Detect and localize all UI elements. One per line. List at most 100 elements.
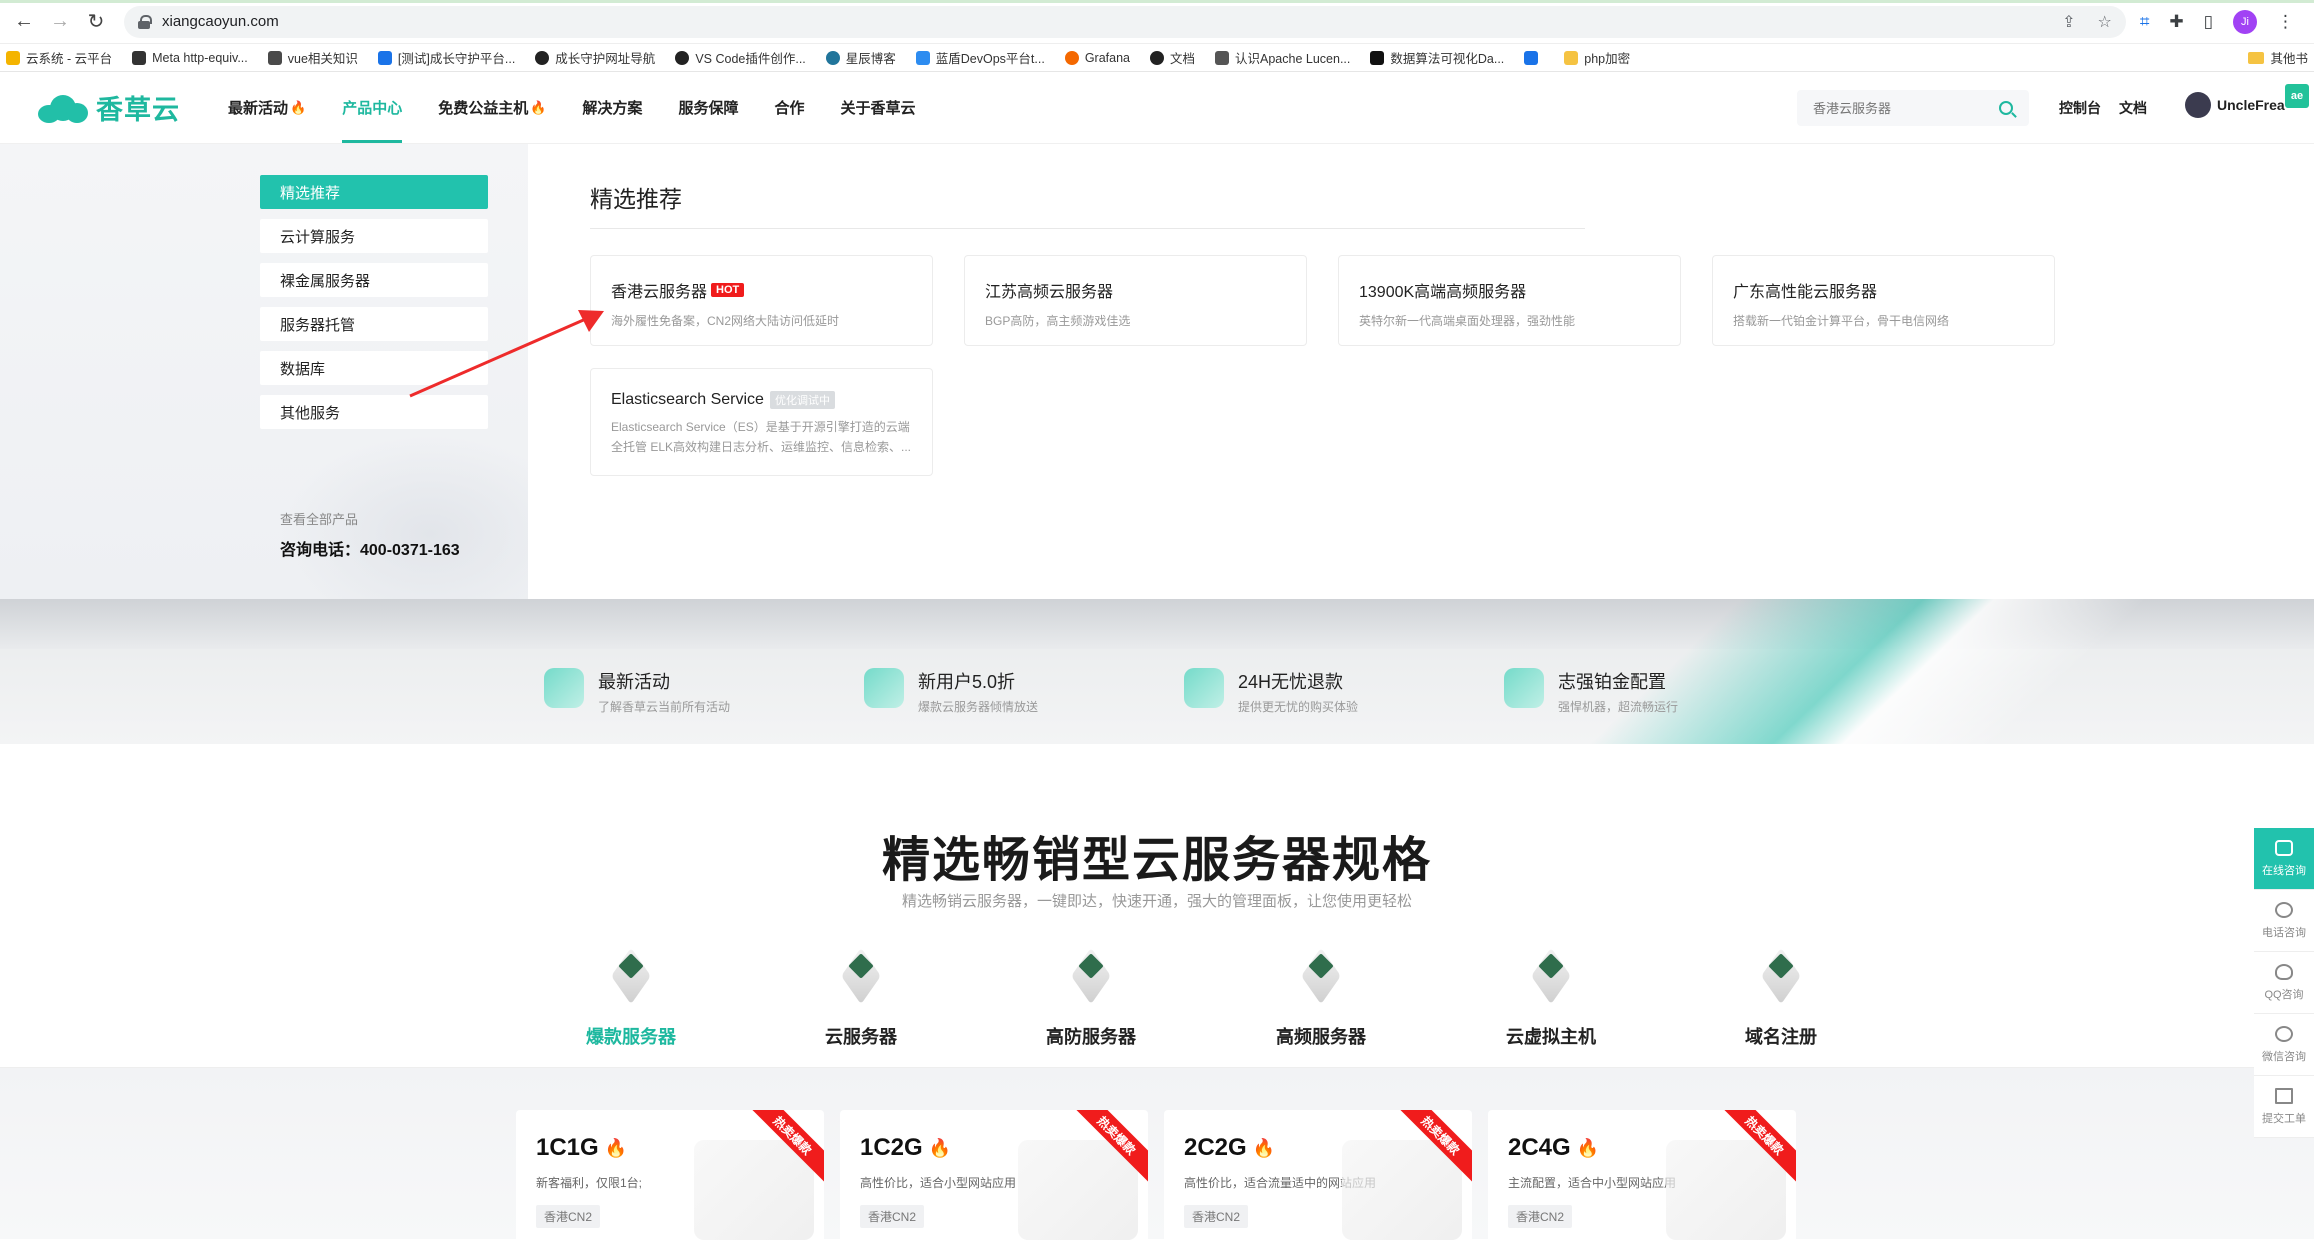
nav-label: 合作 bbox=[774, 100, 805, 117]
console-link[interactable]: 控制台 bbox=[2059, 98, 2101, 118]
docs-link[interactable]: 文档 bbox=[2119, 98, 2147, 118]
tab-domain[interactable]: 域名注册 bbox=[1666, 945, 1896, 1065]
edit-icon bbox=[2275, 1087, 2293, 1104]
product-card-jiangsu[interactable]: 江苏高频云服务器 BGP高防，高主频游戏佳选 bbox=[964, 255, 1307, 346]
spec-name: 2C4G bbox=[1508, 1134, 1571, 1161]
translate-icon[interactable]: ⌗ bbox=[2140, 12, 2150, 32]
search-icon[interactable] bbox=[1999, 101, 2013, 115]
refund-icon bbox=[1184, 668, 1224, 708]
bookmark-item[interactable]: 数据算法可视化Da... bbox=[1370, 48, 1504, 67]
back-icon[interactable]: ← bbox=[10, 8, 38, 36]
bookmark-item[interactable]: vue相关知识 bbox=[267, 48, 358, 67]
tab-cloud-servers[interactable]: 云服务器 bbox=[746, 945, 976, 1065]
side-label: 提交工单 bbox=[2262, 1112, 2306, 1125]
feature-item[interactable]: 最新活动 了解香草云当前所有活动 bbox=[544, 668, 864, 715]
bookmark-favicon bbox=[1524, 50, 1539, 65]
server-illustration bbox=[1342, 1140, 1462, 1240]
tab-label: 高防服务器 bbox=[1046, 1027, 1136, 1047]
feature-item[interactable]: 志强铂金配置 强悍机器，超流畅运行 bbox=[1504, 668, 1824, 715]
nav-item-activities[interactable]: 最新活动 🔥 bbox=[228, 72, 306, 143]
nav-item-cooperation[interactable]: 合作 bbox=[774, 72, 804, 143]
product-card-elasticsearch[interactable]: Elasticsearch Service 优化调试中 Elasticsearch… bbox=[590, 368, 933, 476]
share-icon[interactable]: ⇪ bbox=[2062, 12, 2075, 32]
product-desc: 英特尔新一代高端桌面处理器，强劲性能 bbox=[1359, 314, 1576, 328]
product-card-guangdong[interactable]: 广东高性能云服务器 搭载新一代铂金计算平台，骨干电信网络 bbox=[1712, 255, 2055, 346]
bookmark-item[interactable]: [测试]成长守护平台... bbox=[377, 48, 515, 67]
feature-item[interactable]: 新用户5.0折 爆款云服务器倾情放送 bbox=[864, 668, 1184, 715]
bookmark-item[interactable]: 星辰博客 bbox=[825, 48, 896, 67]
wechat-consult-button[interactable]: 微信咨询 bbox=[2254, 1014, 2314, 1076]
site-logo[interactable]: 香草云 bbox=[38, 88, 180, 127]
user-menu[interactable]: UncleFrea ae bbox=[2185, 84, 2309, 118]
bookmark-item[interactable]: Meta http-equiv... bbox=[132, 50, 248, 65]
reload-icon[interactable]: ↻ bbox=[82, 8, 110, 36]
server-illustration bbox=[1018, 1140, 1138, 1240]
bookmark-item[interactable]: 认识Apache Lucen... bbox=[1215, 48, 1350, 67]
product-card-hk-cloud[interactable]: 香港云服务器 HOT 海外履性免备案，CN2网络大陆访问低延时 bbox=[590, 255, 933, 346]
tab-high-freq-servers[interactable]: 高频服务器 bbox=[1206, 945, 1436, 1065]
bookmark-item[interactable]: 成长守护网址导航 bbox=[535, 48, 655, 67]
forward-icon[interactable]: → bbox=[46, 8, 74, 36]
spec-card[interactable]: 热卖爆款 2C4G 🔥 主流配置，适合中小型网站应用 香港CN2 bbox=[1488, 1110, 1796, 1250]
menu-icon[interactable]: ⋮ bbox=[2277, 12, 2294, 32]
feature-title: 新用户5.0折 bbox=[918, 672, 1016, 692]
toolbar-accent bbox=[0, 0, 2314, 3]
extensions-icon[interactable]: ✚ bbox=[2169, 12, 2183, 32]
online-consult-button[interactable]: 在线咨询 bbox=[2254, 828, 2314, 890]
address-bar[interactable]: xiangcaoyun.com ⇪ ☆ bbox=[124, 5, 2126, 38]
bookmark-item[interactable] bbox=[1524, 50, 1544, 65]
tab-hot-servers[interactable]: 爆款服务器 bbox=[516, 945, 746, 1071]
category-list: 精选推荐 云计算服务 裸金属服务器 服务器托管 数据库 其他服务 bbox=[260, 175, 488, 439]
nav-item-solutions[interactable]: 解决方案 bbox=[582, 72, 642, 143]
spec-card[interactable]: 热卖爆款 1C1G 🔥 新客福利，仅限1台; 香港CN2 bbox=[516, 1110, 824, 1250]
product-name: Elasticsearch Service bbox=[611, 391, 764, 408]
spec-card[interactable]: 热卖爆款 1C2G 🔥 高性价比，适合小型网站应用 香港CN2 bbox=[840, 1110, 1148, 1250]
bookmark-item[interactable]: 文档 bbox=[1150, 48, 1195, 67]
bookmark-item[interactable]: Grafana bbox=[1064, 50, 1130, 65]
star-icon[interactable]: ☆ bbox=[2097, 12, 2111, 32]
wechat-icon bbox=[2275, 1025, 2293, 1042]
tab-label: 爆款服务器 bbox=[586, 1027, 676, 1047]
search-input[interactable] bbox=[1813, 100, 1999, 116]
other-bookmarks-label: 其他书 bbox=[2270, 52, 2308, 66]
profile-avatar[interactable]: Ji bbox=[2233, 9, 2257, 34]
nav-item-free-host[interactable]: 免费公益主机 🔥 bbox=[438, 72, 546, 143]
all-products-link[interactable]: 查看全部产品 bbox=[280, 509, 358, 528]
feature-item[interactable]: 24H无忧退款 提供更无忧的购买体验 bbox=[1184, 668, 1504, 715]
bookmark-label: Grafana bbox=[1084, 50, 1130, 65]
product-card-13900k[interactable]: 13900K高端高频服务器 英特尔新一代高端桌面处理器，强劲性能 bbox=[1338, 255, 1681, 346]
product-panel: 精选推荐 香港云服务器 HOT 海外履性免备案，CN2网络大陆访问低延时 江苏高频… bbox=[528, 144, 2314, 599]
sidepanel-icon[interactable]: ▯ bbox=[2204, 12, 2213, 32]
product-desc: Elasticsearch Service（ES）是基于开源引擎打造的云端全托管… bbox=[611, 420, 912, 454]
tab-virtual-host[interactable]: 云虚拟主机 bbox=[1436, 945, 1666, 1065]
bookmark-label: 云系统 - 云平台 bbox=[26, 52, 113, 66]
side-label: 微信咨询 bbox=[2262, 1050, 2306, 1063]
bookmark-item[interactable]: VS Code插件创作... bbox=[675, 48, 806, 67]
phone-consult-button[interactable]: 电话咨询 bbox=[2254, 890, 2314, 952]
hot-badge: HOT bbox=[711, 283, 745, 297]
qq-consult-button[interactable]: QQ咨询 bbox=[2254, 952, 2314, 1014]
category-database[interactable]: 数据库 bbox=[260, 351, 488, 385]
qq-icon bbox=[2275, 963, 2293, 980]
spec-location: 香港CN2 bbox=[1184, 1205, 1249, 1228]
category-bare-metal[interactable]: 裸金属服务器 bbox=[260, 263, 488, 297]
bookmark-item[interactable]: 云系统 - 云平台 bbox=[6, 48, 112, 67]
tab-ddos-servers[interactable]: 高防服务器 bbox=[976, 945, 1206, 1065]
category-cloud-computing[interactable]: 云计算服务 bbox=[260, 219, 488, 253]
category-featured[interactable]: 精选推荐 bbox=[260, 175, 488, 209]
nav-item-products[interactable]: 产品中心 bbox=[342, 72, 403, 143]
tab-label: 域名注册 bbox=[1745, 1027, 1817, 1047]
nav-item-service[interactable]: 服务保障 bbox=[678, 72, 738, 143]
bookmark-item[interactable]: php加密 bbox=[1564, 48, 1630, 67]
product-desc: 海外履性免备案，CN2网络大陆访问低延时 bbox=[611, 314, 840, 328]
category-other[interactable]: 其他服务 bbox=[260, 395, 488, 429]
spec-card[interactable]: 热卖爆款 2C2G 🔥 高性价比，适合流量适中的网站应用 香港CN2 bbox=[1164, 1110, 1472, 1250]
nav-item-about[interactable]: 关于香草云 bbox=[840, 72, 915, 143]
divider bbox=[590, 228, 1585, 229]
bookmark-item[interactable]: 蓝盾DevOps平台t... bbox=[915, 48, 1045, 67]
panel-title: 精选推荐 bbox=[590, 186, 682, 212]
submit-ticket-button[interactable]: 提交工单 bbox=[2254, 1076, 2314, 1138]
bookmark-label: 蓝盾DevOps平台t... bbox=[935, 52, 1045, 66]
category-colocation[interactable]: 服务器托管 bbox=[260, 307, 488, 341]
other-bookmarks[interactable]: 其他书 bbox=[2248, 48, 2308, 67]
